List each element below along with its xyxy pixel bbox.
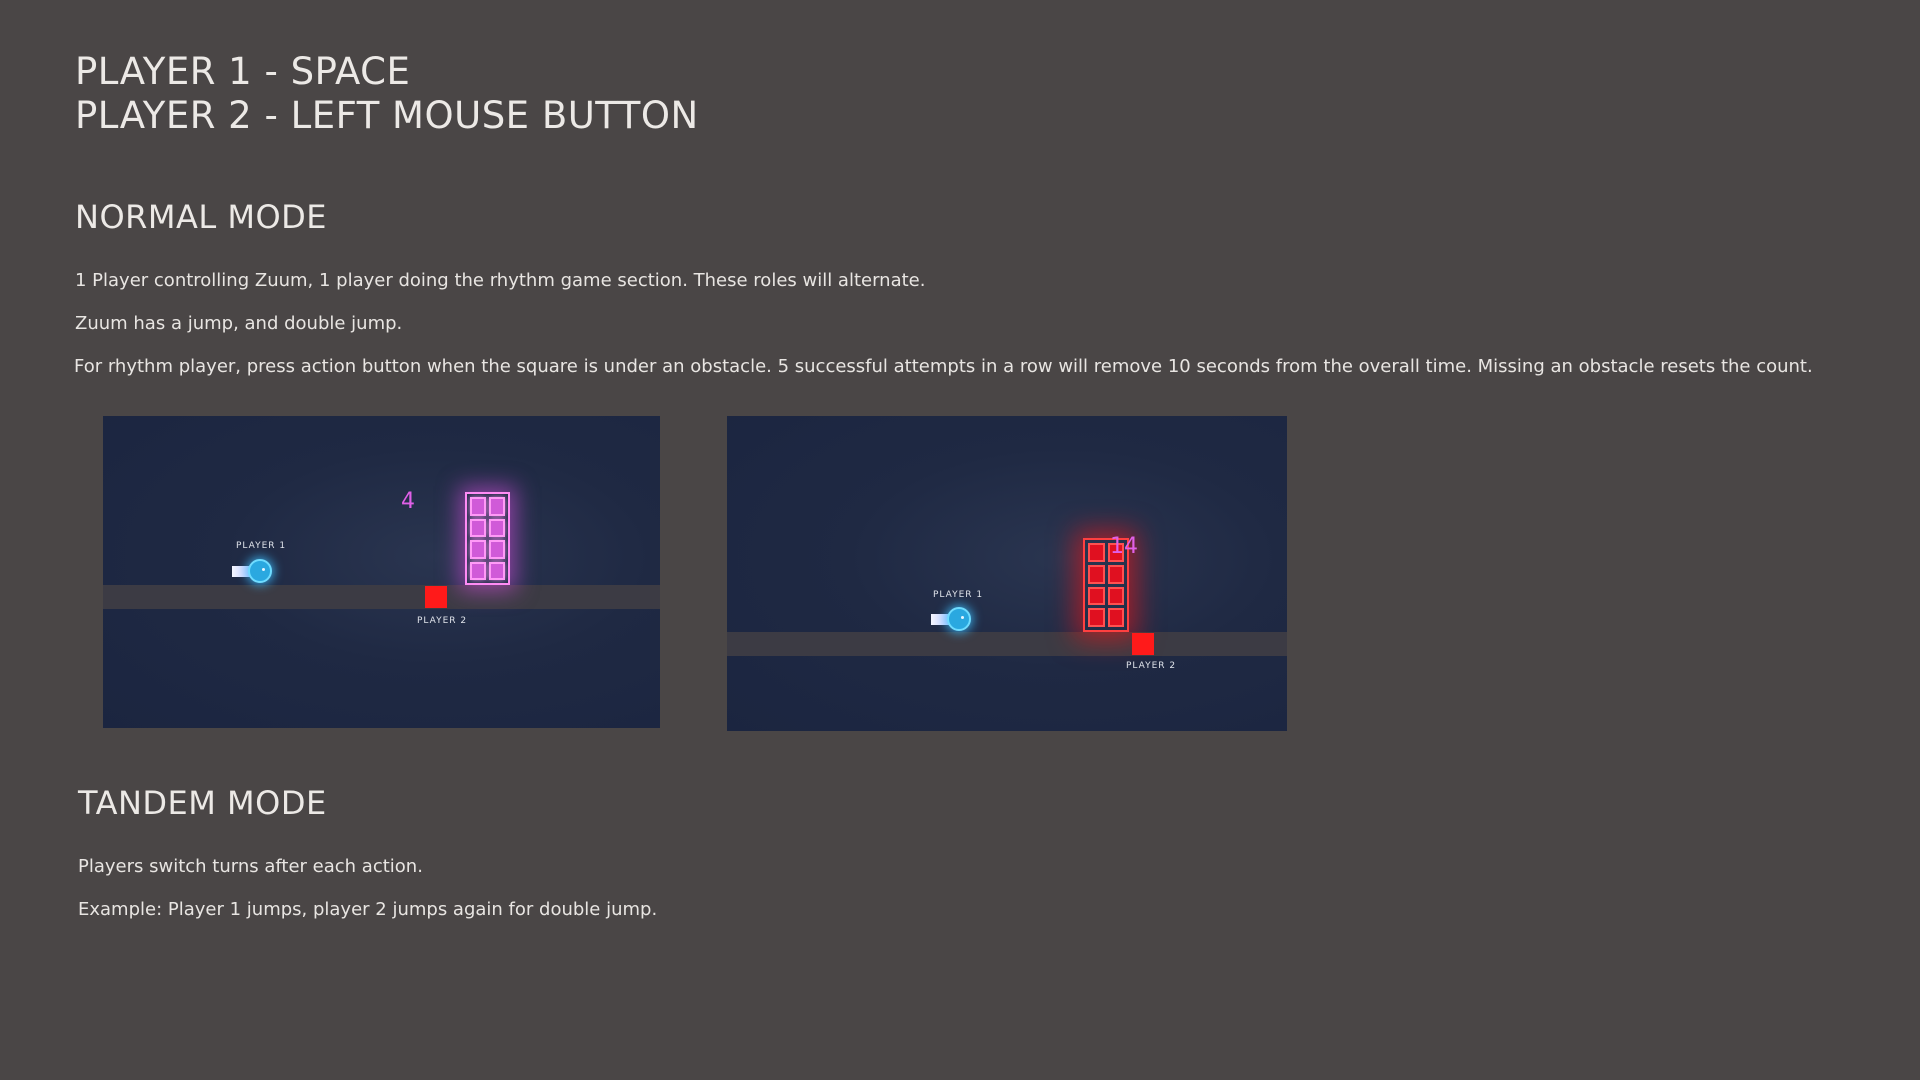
normal-mode-paragraph-1: 1 Player controlling Zuum, 1 player doin…: [75, 270, 926, 291]
obstacle-cell: [489, 540, 505, 559]
player2-control: PLAYER 2 - LEFT MOUSE BUTTON: [75, 94, 699, 137]
obstacle-cell: [1107, 608, 1124, 627]
zuum-ball: [947, 607, 971, 631]
zuum-eye: [262, 568, 265, 571]
normal-mode-title: NORMAL MODE: [75, 198, 328, 236]
tandem-mode-title: TANDEM MODE: [78, 784, 327, 822]
streak-counter: 14: [1110, 534, 1138, 559]
obstacle: [465, 492, 510, 585]
obstacle-cell: [470, 518, 486, 537]
zuum-character: [931, 606, 971, 632]
obstacle-cell: [1088, 543, 1105, 562]
player1-label: PLAYER 1: [236, 541, 287, 551]
player2-square: [425, 586, 447, 608]
player2-label: PLAYER 2: [1126, 661, 1177, 671]
track: [103, 585, 660, 609]
track: [727, 632, 1287, 656]
controls-heading: PLAYER 1 - SPACE PLAYER 2 - LEFT MOUSE B…: [75, 50, 699, 138]
obstacle-cell: [470, 561, 486, 580]
tandem-mode-paragraph-1: Players switch turns after each action.: [78, 856, 423, 877]
instructions-page: PLAYER 1 - SPACE PLAYER 2 - LEFT MOUSE B…: [0, 0, 1920, 1080]
zuum-eye: [961, 616, 964, 619]
obstacle-cell: [1107, 564, 1124, 584]
gameplay-screenshot-2: 14 PLAYER 1 PLAYER 2: [727, 416, 1287, 731]
obstacle-cell: [489, 561, 505, 580]
normal-mode-paragraph-2: Zuum has a jump, and double jump.: [75, 313, 403, 334]
obstacle-cell: [1088, 586, 1105, 606]
player1-control: PLAYER 1 - SPACE: [75, 50, 411, 93]
player2-square: [1132, 633, 1154, 655]
player1-label: PLAYER 1: [933, 590, 984, 600]
obstacle-cell: [1088, 564, 1105, 584]
obstacle-cell: [1088, 608, 1105, 627]
obstacle-cell: [470, 540, 486, 559]
tandem-mode-paragraph-2: Example: Player 1 jumps, player 2 jumps …: [78, 899, 658, 920]
player2-label: PLAYER 2: [417, 616, 468, 626]
obstacle-cell: [1107, 586, 1124, 606]
obstacle-cell: [489, 497, 505, 516]
gameplay-screenshot-1: 4 PLAYER 1 PLAYER 2: [103, 416, 660, 728]
zuum-character: [232, 558, 272, 584]
zuum-ball: [248, 559, 272, 583]
obstacle-cell: [470, 497, 486, 516]
normal-mode-paragraph-3: For rhythm player, press action button w…: [74, 356, 1813, 377]
obstacle-cell: [489, 518, 505, 537]
streak-counter: 4: [401, 489, 415, 514]
